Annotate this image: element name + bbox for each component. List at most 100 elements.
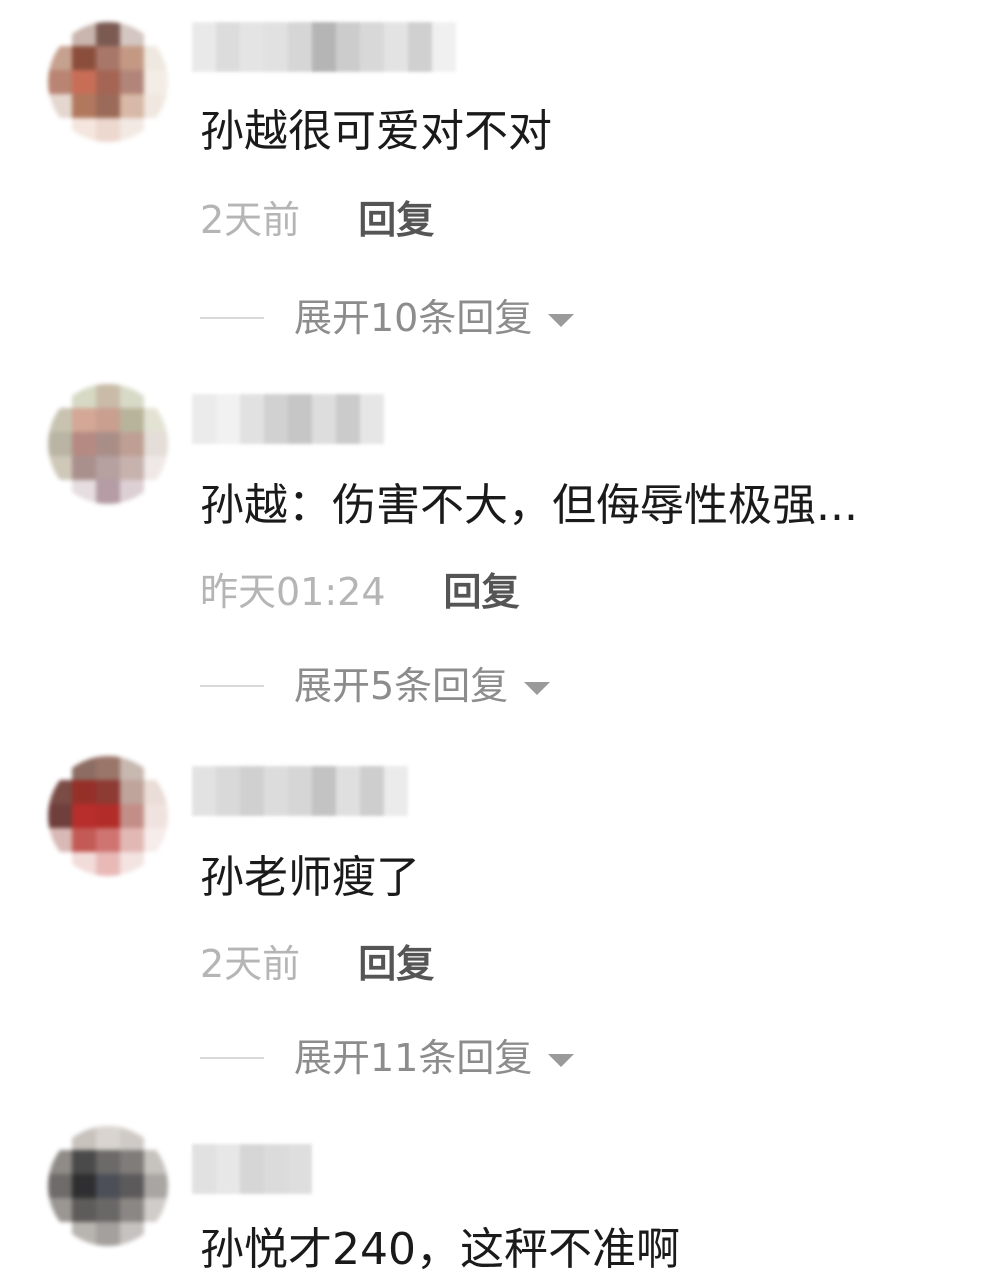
avatar-pixel	[96, 70, 120, 94]
avatar[interactable]	[48, 22, 168, 142]
avatar-pixel	[72, 22, 96, 46]
avatar[interactable]	[48, 1126, 168, 1246]
comment-meta: 2天前 回复	[200, 196, 434, 244]
avatar-pixel	[72, 1174, 96, 1198]
username-pixel	[240, 22, 264, 72]
username-pixel	[240, 394, 264, 444]
avatar-pixel	[96, 756, 120, 780]
avatar-pixel	[48, 1174, 72, 1198]
avatar-pixel	[120, 94, 144, 118]
avatar-pixel	[144, 804, 168, 828]
avatar-pixel	[48, 408, 72, 432]
comment-text: 孙越：伤害不大，但侮辱性极强...	[200, 480, 858, 531]
avatar-pixel	[96, 432, 120, 456]
avatar-pixel	[120, 1174, 144, 1198]
avatar-pixel	[96, 408, 120, 432]
avatar-pixel	[48, 804, 72, 828]
avatar-pixel	[120, 804, 144, 828]
avatar-pixel	[144, 70, 168, 94]
username-pixel	[240, 766, 264, 816]
avatar-pixel	[144, 852, 168, 876]
avatar-pixel	[120, 1126, 144, 1150]
username-blurred[interactable]	[192, 394, 384, 444]
avatar-pixel	[144, 456, 168, 480]
avatar-pixel	[120, 118, 144, 142]
avatar-pixel	[120, 456, 144, 480]
avatar-pixel	[120, 70, 144, 94]
username-pixel	[240, 1144, 264, 1194]
avatar-pixel	[144, 1150, 168, 1174]
avatar-pixel	[72, 432, 96, 456]
username-pixel	[288, 394, 312, 444]
avatar-pixel	[48, 118, 72, 142]
username-pixel	[384, 22, 408, 72]
chevron-down-icon	[548, 313, 575, 327]
username-blurred[interactable]	[192, 22, 456, 72]
avatar[interactable]	[48, 384, 168, 504]
avatar-pixel	[48, 456, 72, 480]
avatar[interactable]	[48, 756, 168, 876]
username-blurred[interactable]	[192, 1144, 312, 1194]
avatar-pixel	[96, 118, 120, 142]
avatar-pixel	[144, 46, 168, 70]
reply-button[interactable]: 回复	[358, 940, 434, 988]
avatar-pixel	[120, 384, 144, 408]
expand-replies-label: 展开11条回复	[294, 1036, 533, 1080]
avatar-pixel	[48, 1126, 72, 1150]
avatar-pixel	[48, 70, 72, 94]
avatar-pixel	[72, 1126, 96, 1150]
reply-button[interactable]: 回复	[358, 196, 434, 244]
avatar-pixel	[48, 756, 72, 780]
avatar-pixel	[48, 384, 72, 408]
avatar-pixel	[96, 1126, 120, 1150]
username-pixel	[192, 22, 216, 72]
avatar-pixel	[48, 432, 72, 456]
reply-button[interactable]: 回复	[444, 568, 520, 616]
avatar-pixel	[96, 22, 120, 46]
avatar-pixel	[96, 828, 120, 852]
avatar-pixel	[72, 408, 96, 432]
avatar-pixel	[144, 1198, 168, 1222]
expand-replies-button[interactable]: 展开10条回复	[200, 294, 575, 342]
avatar-pixel	[144, 432, 168, 456]
avatar-pixel	[72, 780, 96, 804]
avatar-pixel	[144, 94, 168, 118]
avatar-pixel	[96, 46, 120, 70]
avatar-pixel	[72, 70, 96, 94]
username-pixel	[192, 766, 216, 816]
avatar-pixel	[48, 780, 72, 804]
username-pixel	[312, 394, 336, 444]
username-pixel	[360, 766, 384, 816]
avatar-pixel	[72, 828, 96, 852]
avatar-pixel	[144, 756, 168, 780]
comment-meta: 昨天01:24 回复	[200, 568, 520, 616]
avatar-pixel	[144, 384, 168, 408]
avatar-pixel	[120, 1150, 144, 1174]
avatar-pixel	[48, 828, 72, 852]
avatar-pixel	[72, 456, 96, 480]
avatar-pixel	[144, 480, 168, 504]
avatar-pixel	[72, 804, 96, 828]
username-pixel	[336, 22, 360, 72]
avatar-pixel	[144, 1174, 168, 1198]
avatar-pixel	[96, 804, 120, 828]
username-pixel	[264, 766, 288, 816]
username-pixel	[216, 766, 240, 816]
avatar-pixel	[120, 852, 144, 876]
avatar-pixel	[96, 780, 120, 804]
avatar-pixel	[72, 756, 96, 780]
username-pixel	[216, 22, 240, 72]
expand-replies-button[interactable]: 展开11条回复	[200, 1034, 575, 1082]
avatar-pixel	[48, 852, 72, 876]
username-pixel	[216, 394, 240, 444]
comment-time: 2天前	[200, 942, 301, 986]
expand-replies-button[interactable]: 展开5条回复	[200, 662, 551, 710]
avatar-pixel	[120, 22, 144, 46]
avatar-pixel	[120, 432, 144, 456]
avatar-pixel	[96, 480, 120, 504]
username-pixel	[288, 22, 312, 72]
avatar-pixel	[48, 1222, 72, 1246]
avatar-pixel	[120, 756, 144, 780]
avatar-pixel	[144, 828, 168, 852]
username-blurred[interactable]	[192, 766, 408, 816]
